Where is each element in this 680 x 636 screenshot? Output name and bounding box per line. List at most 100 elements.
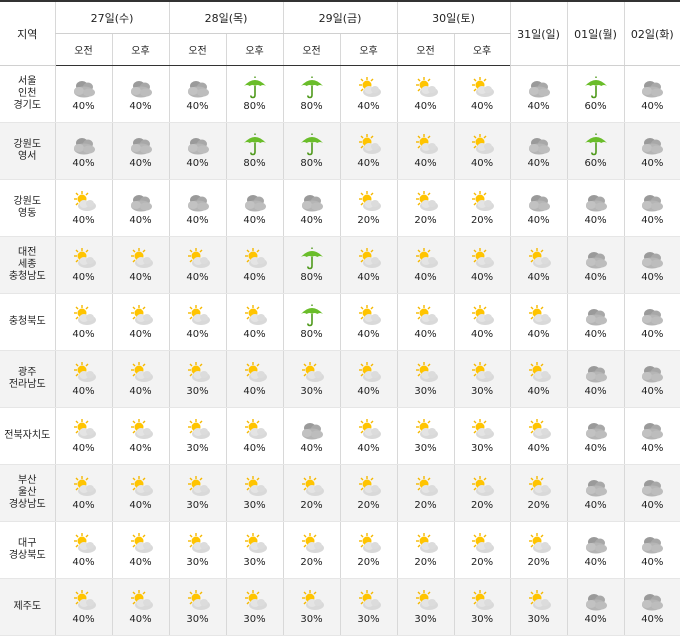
green-umbrella-icon <box>582 76 610 100</box>
precip-probability: 30% <box>300 614 323 625</box>
forecast-row: 광주 전라남도 40% 40% 30% 40% 30% 40% 30% 30% 40% 40% 40% <box>0 350 680 408</box>
forecast-cell: 40% <box>225 179 284 237</box>
sun-behind-cloud-icon <box>355 76 383 100</box>
precip-probability: 40% <box>584 329 607 340</box>
sun-behind-cloud-icon <box>298 532 326 556</box>
forecast-cell: 20% <box>339 464 398 522</box>
precip-probability: 40% <box>584 215 607 226</box>
forecast-cell: 40% <box>339 350 398 408</box>
sun-behind-cloud-icon <box>70 304 98 328</box>
precip-probability: 30% <box>414 614 437 625</box>
sun-behind-cloud-icon <box>184 361 212 385</box>
cloudy-icon <box>582 589 610 613</box>
am-header: 오전 <box>54 33 112 66</box>
region-name: 강원도 영동 <box>0 179 55 237</box>
precip-probability: 40% <box>186 329 209 340</box>
precip-probability: 40% <box>357 101 380 112</box>
sun-behind-cloud-icon <box>127 475 155 499</box>
forecast-cell: 40% <box>453 65 511 123</box>
precip-probability: 20% <box>470 500 494 511</box>
forecast-row: 서울 인천 경기도 40% 40% 40% 80% 80% 40% 40% 40% 40% 60% 40% <box>0 65 680 123</box>
cloudy-icon <box>638 589 666 613</box>
day-header: 31일(일) <box>509 1 568 66</box>
sun-behind-cloud-icon <box>184 475 212 499</box>
forecast-cell: 40% <box>396 122 455 180</box>
precip-probability: 40% <box>243 272 266 283</box>
forecast-cell: 40% <box>168 236 227 294</box>
precip-probability: 30% <box>243 500 266 511</box>
sun-behind-cloud-icon <box>355 247 383 271</box>
forecast-cell: 30% <box>168 578 227 636</box>
precip-probability: 40% <box>300 443 323 454</box>
sun-behind-cloud-icon <box>127 589 155 613</box>
precip-probability: 40% <box>72 158 95 169</box>
green-umbrella-icon <box>241 133 269 157</box>
pm-header: 오후 <box>111 33 170 66</box>
forecast-cell: 40% <box>566 407 625 465</box>
day-header: 29일(금) <box>282 1 398 34</box>
precip-probability: 40% <box>584 443 607 454</box>
sun-behind-cloud-icon <box>241 475 269 499</box>
green-umbrella-icon <box>298 247 326 271</box>
precip-probability: 40% <box>470 272 494 283</box>
region-name-line: 영서 <box>18 151 37 162</box>
forecast-cell: 40% <box>396 293 455 351</box>
forecast-row: 대전 세종 충청남도 40% 40% 40% 40% 80% 40% 40% 40% 40% 40% 40… <box>0 236 680 294</box>
forecast-cell: 40% <box>566 236 625 294</box>
precip-probability: 30% <box>470 443 494 454</box>
forecast-cell: 30% <box>168 350 227 408</box>
pm-header: 오후 <box>453 33 511 66</box>
precip-probability: 40% <box>584 500 607 511</box>
precip-probability: 20% <box>527 500 550 511</box>
precip-probability: 20% <box>357 500 380 511</box>
precip-probability: 40% <box>527 158 550 169</box>
region-name: 대전 세종 충청남도 <box>0 236 55 294</box>
cloudy-icon <box>525 76 553 100</box>
precip-probability: 40% <box>72 329 95 340</box>
precip-probability: 40% <box>243 386 266 397</box>
forecast-cell: 40% <box>282 179 341 237</box>
day-header: 01일(월) <box>566 1 625 66</box>
precip-probability: 40% <box>470 101 494 112</box>
am-header: 오전 <box>396 33 455 66</box>
region-name-line: 서울 <box>18 76 37 87</box>
sun-behind-cloud-icon <box>412 190 440 214</box>
forecast-cell: 40% <box>54 179 112 237</box>
sun-behind-cloud-icon <box>468 475 496 499</box>
sun-behind-cloud-icon <box>525 475 553 499</box>
sun-behind-cloud-icon <box>468 418 496 442</box>
precip-probability: 80% <box>300 329 323 340</box>
precip-probability: 40% <box>129 386 152 397</box>
forecast-cell: 40% <box>339 122 398 180</box>
sun-behind-cloud-icon <box>298 589 326 613</box>
region-name: 광주 전라남도 <box>0 350 55 408</box>
sun-behind-cloud-icon <box>468 304 496 328</box>
forecast-cell: 40% <box>623 407 680 465</box>
precip-probability: 40% <box>243 329 266 340</box>
sun-behind-cloud-icon <box>355 361 383 385</box>
cloudy-icon <box>582 304 610 328</box>
sun-behind-cloud-icon <box>184 304 212 328</box>
precip-probability: 40% <box>584 386 607 397</box>
precip-probability: 40% <box>129 158 152 169</box>
region-name-line: 광주 <box>18 367 37 378</box>
cloudy-icon <box>525 133 553 157</box>
precip-probability: 40% <box>641 329 664 340</box>
forecast-cell: 40% <box>54 578 112 636</box>
precip-probability: 30% <box>300 386 323 397</box>
region-name-line: 인천 <box>18 88 37 99</box>
cloudy-icon <box>638 532 666 556</box>
sun-behind-cloud-icon <box>184 589 212 613</box>
precip-probability: 40% <box>357 329 380 340</box>
precip-probability: 40% <box>72 386 95 397</box>
sun-behind-cloud-icon <box>70 247 98 271</box>
cloudy-icon <box>582 532 610 556</box>
precip-probability: 20% <box>300 557 323 568</box>
precip-probability: 40% <box>186 101 209 112</box>
forecast-cell: 40% <box>54 521 112 579</box>
forecast-cell: 20% <box>339 179 398 237</box>
region-column-header: 지역 <box>0 1 55 66</box>
pm-header: 오후 <box>225 33 284 66</box>
forecast-row: 강원도 영서 40% 40% 40% 80% 80% 40% 40% 40% 40% 60% 40% <box>0 122 680 180</box>
precip-probability: 30% <box>186 557 209 568</box>
